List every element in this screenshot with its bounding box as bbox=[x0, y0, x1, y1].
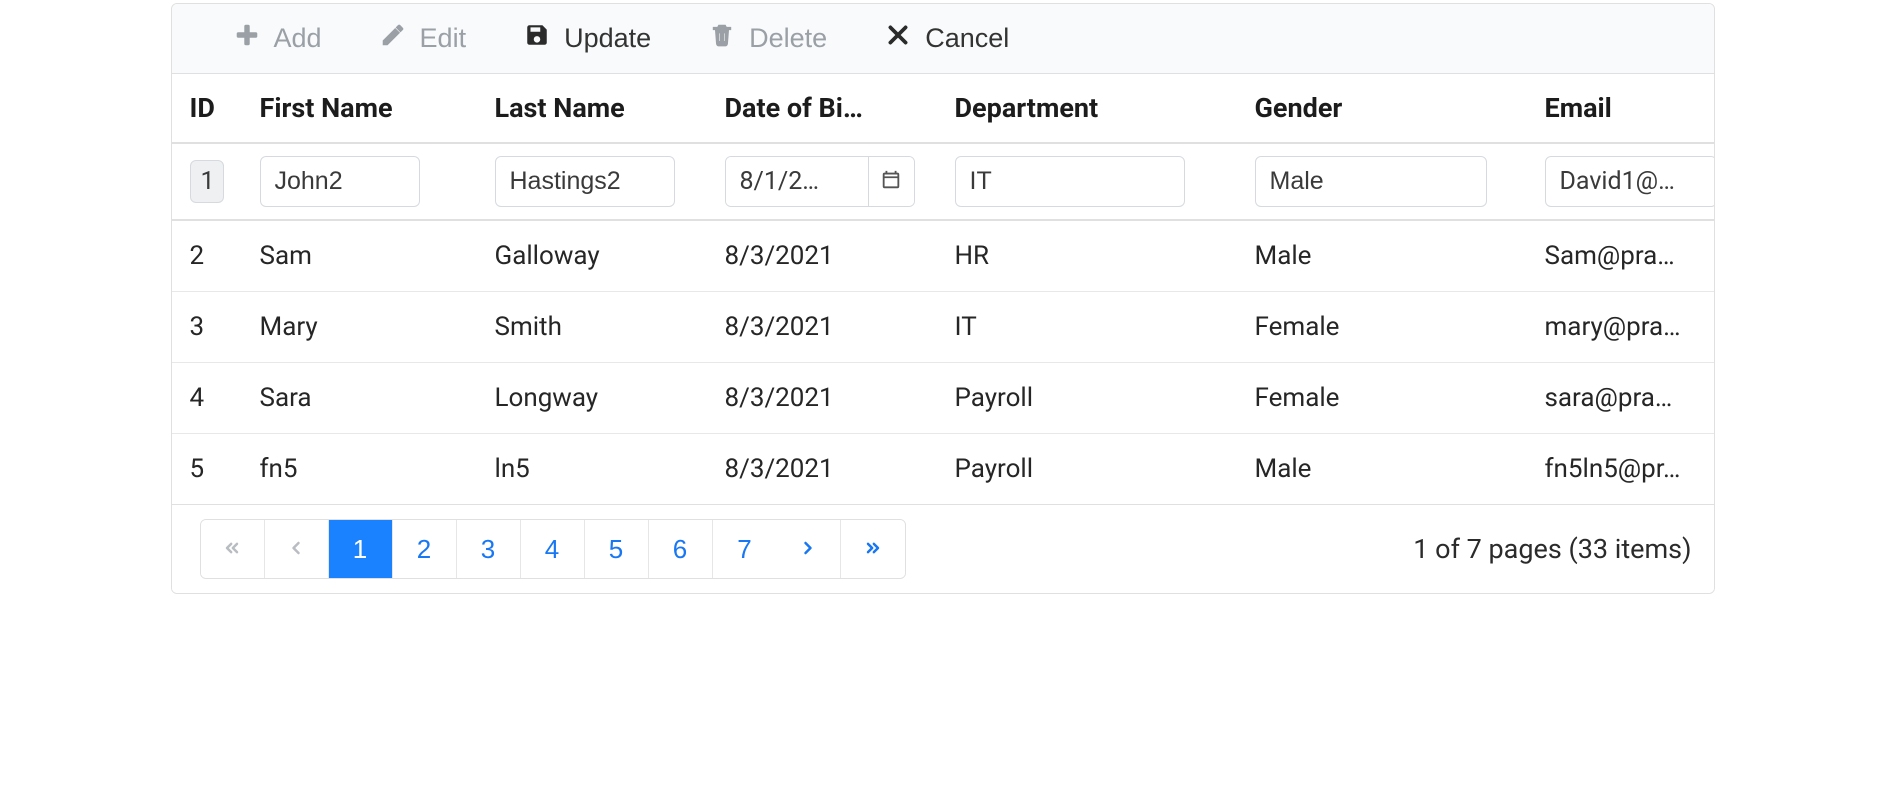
cell-last: Galloway bbox=[495, 241, 725, 271]
data-grid: Add Edit Update Delete Cancel bbox=[171, 3, 1715, 594]
cell-email: sara@pra… bbox=[1545, 383, 1696, 413]
pager-bar: 1234567 1 of 7 pages (33 items) bbox=[172, 505, 1714, 593]
cell-last: ln5 bbox=[495, 454, 725, 484]
department-input[interactable] bbox=[955, 156, 1185, 207]
col-last[interactable]: Last Name bbox=[495, 92, 725, 124]
page-3[interactable]: 3 bbox=[457, 520, 521, 578]
pencil-icon bbox=[380, 22, 406, 55]
add-button[interactable]: Add bbox=[226, 18, 330, 59]
pager-prev[interactable] bbox=[265, 520, 329, 578]
delete-label: Delete bbox=[749, 23, 827, 54]
cell-dob: 8/3/2021 bbox=[725, 312, 955, 342]
col-email[interactable]: Email bbox=[1545, 92, 1696, 124]
col-dept[interactable]: Department bbox=[955, 92, 1255, 124]
cell-email: mary@pra… bbox=[1545, 312, 1696, 342]
calendar-icon bbox=[880, 169, 902, 194]
add-label: Add bbox=[274, 23, 322, 54]
save-icon bbox=[524, 22, 550, 55]
close-icon bbox=[885, 22, 911, 55]
table-row[interactable]: 5fn5ln58/3/2021PayrollMalefn5ln5@pr… bbox=[172, 434, 1714, 505]
cell-email: Sam@pra… bbox=[1545, 241, 1696, 271]
dob-field: 8/1/2… bbox=[725, 156, 915, 207]
update-label: Update bbox=[564, 23, 651, 54]
cell-dept: Payroll bbox=[955, 454, 1255, 484]
page-2[interactable]: 2 bbox=[393, 520, 457, 578]
table-row[interactable]: 4SaraLongway8/3/2021PayrollFemalesara@pr… bbox=[172, 363, 1714, 434]
first-name-input[interactable] bbox=[260, 156, 420, 207]
cell-dept: IT bbox=[955, 312, 1255, 342]
edit-button[interactable]: Edit bbox=[372, 18, 475, 59]
page-1[interactable]: 1 bbox=[329, 520, 393, 578]
cell-gender: Male bbox=[1255, 454, 1545, 484]
email-input[interactable]: David1@… bbox=[1545, 156, 1715, 207]
col-first[interactable]: First Name bbox=[260, 92, 495, 124]
table-header: ID First Name Last Name Date of Bi… Depa… bbox=[172, 74, 1714, 144]
delete-button[interactable]: Delete bbox=[701, 18, 835, 59]
col-dob[interactable]: Date of Bi… bbox=[725, 92, 955, 124]
cell-id: 5 bbox=[190, 454, 260, 484]
table-row[interactable]: 2SamGalloway8/3/2021HRMaleSam@pra… bbox=[172, 221, 1714, 292]
col-gender[interactable]: Gender bbox=[1255, 92, 1545, 124]
table-row[interactable]: 3MarySmith8/3/2021ITFemalemary@pra… bbox=[172, 292, 1714, 363]
edit-row: 1 8/1/2… David1@… bbox=[172, 144, 1714, 221]
cell-last: Smith bbox=[495, 312, 725, 342]
cell-last: Longway bbox=[495, 383, 725, 413]
page-7[interactable]: 7 bbox=[713, 520, 777, 578]
cell-id: 3 bbox=[190, 312, 260, 342]
cell-dob: 8/3/2021 bbox=[725, 454, 955, 484]
id-field[interactable]: 1 bbox=[190, 160, 224, 203]
pager-first[interactable] bbox=[201, 520, 265, 578]
cell-first: Sam bbox=[260, 241, 495, 271]
cell-gender: Female bbox=[1255, 312, 1545, 342]
pager-info: 1 of 7 pages (33 items) bbox=[1413, 533, 1691, 565]
cancel-button[interactable]: Cancel bbox=[877, 18, 1017, 59]
chevron-right-icon bbox=[798, 534, 818, 565]
cell-dob: 8/3/2021 bbox=[725, 383, 955, 413]
gender-input[interactable] bbox=[1255, 156, 1487, 207]
page-4[interactable]: 4 bbox=[521, 520, 585, 578]
cell-id: 2 bbox=[190, 241, 260, 271]
chevrons-left-icon bbox=[222, 534, 242, 565]
page-5[interactable]: 5 bbox=[585, 520, 649, 578]
cell-dob: 8/3/2021 bbox=[725, 241, 955, 271]
dob-input[interactable]: 8/1/2… bbox=[726, 157, 868, 206]
cell-email: fn5ln5@pr… bbox=[1545, 454, 1696, 484]
cancel-label: Cancel bbox=[925, 23, 1009, 54]
chevrons-right-icon bbox=[863, 534, 883, 565]
calendar-button[interactable] bbox=[868, 157, 914, 206]
cell-first: Mary bbox=[260, 312, 495, 342]
plus-icon bbox=[234, 22, 260, 55]
cell-dept: Payroll bbox=[955, 383, 1255, 413]
last-name-input[interactable] bbox=[495, 156, 675, 207]
page-6[interactable]: 6 bbox=[649, 520, 713, 578]
table-body: 2SamGalloway8/3/2021HRMaleSam@pra…3MaryS… bbox=[172, 221, 1714, 505]
update-button[interactable]: Update bbox=[516, 18, 659, 59]
pager-next[interactable] bbox=[777, 520, 841, 578]
pager: 1234567 bbox=[200, 519, 906, 579]
toolbar: Add Edit Update Delete Cancel bbox=[172, 4, 1714, 74]
cell-id: 4 bbox=[190, 383, 260, 413]
cell-first: Sara bbox=[260, 383, 495, 413]
cell-gender: Female bbox=[1255, 383, 1545, 413]
pager-last[interactable] bbox=[841, 520, 905, 578]
cell-gender: Male bbox=[1255, 241, 1545, 271]
cell-dept: HR bbox=[955, 241, 1255, 271]
chevron-left-icon bbox=[286, 534, 306, 565]
trash-icon bbox=[709, 22, 735, 55]
col-id[interactable]: ID bbox=[190, 92, 260, 124]
edit-label: Edit bbox=[420, 23, 467, 54]
cell-first: fn5 bbox=[260, 454, 495, 484]
